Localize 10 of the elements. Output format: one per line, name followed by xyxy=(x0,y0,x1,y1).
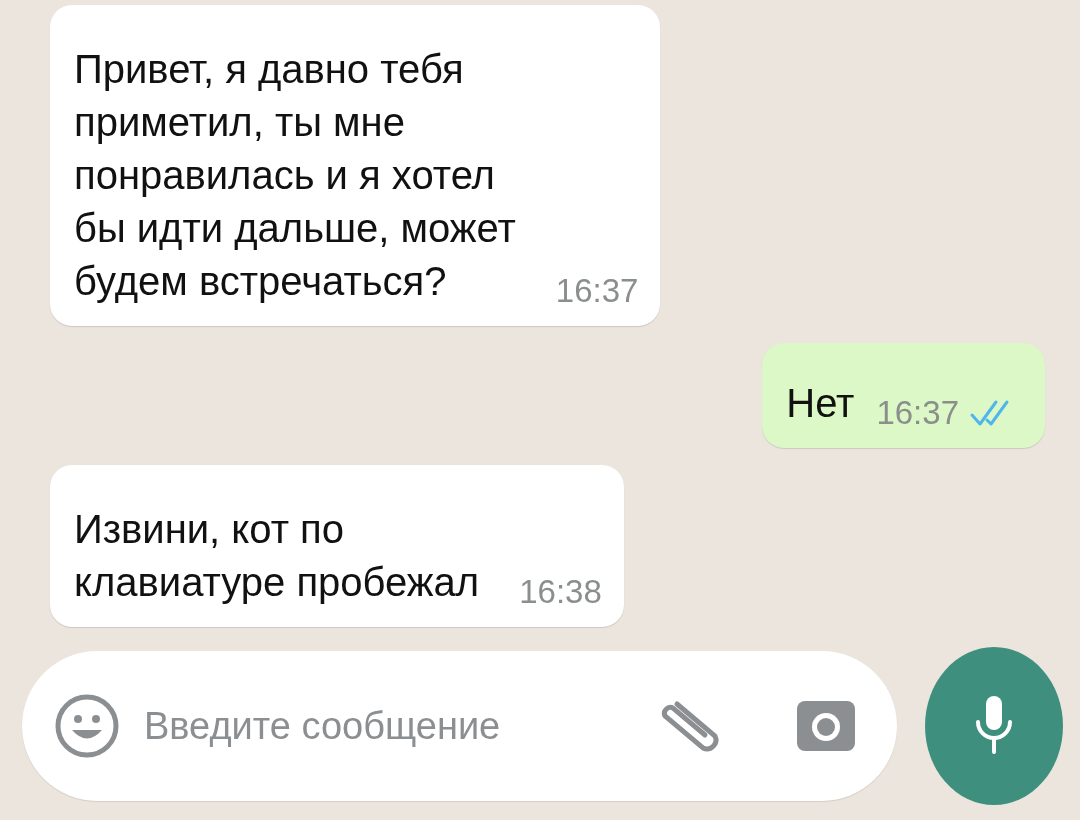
message-text: Привет, я давно тебя приметил, ты мне понравилась и я хотел бы идти дальше, может будем встречаться? xyxy=(74,46,516,305)
smiley-icon xyxy=(54,693,120,759)
message-time: 16:37 xyxy=(876,394,959,432)
message-text: Нет xyxy=(786,380,855,427)
message-field[interactable]: Введите сообщение xyxy=(22,651,897,801)
message-time: 16:37 xyxy=(555,272,639,310)
emoji-button[interactable] xyxy=(54,693,120,759)
message-text: Извини, кот по клавиатуре пробежал xyxy=(74,506,480,606)
message-input[interactable]: Введите сообщение xyxy=(142,703,635,749)
message-time: 16:38 xyxy=(519,573,602,611)
